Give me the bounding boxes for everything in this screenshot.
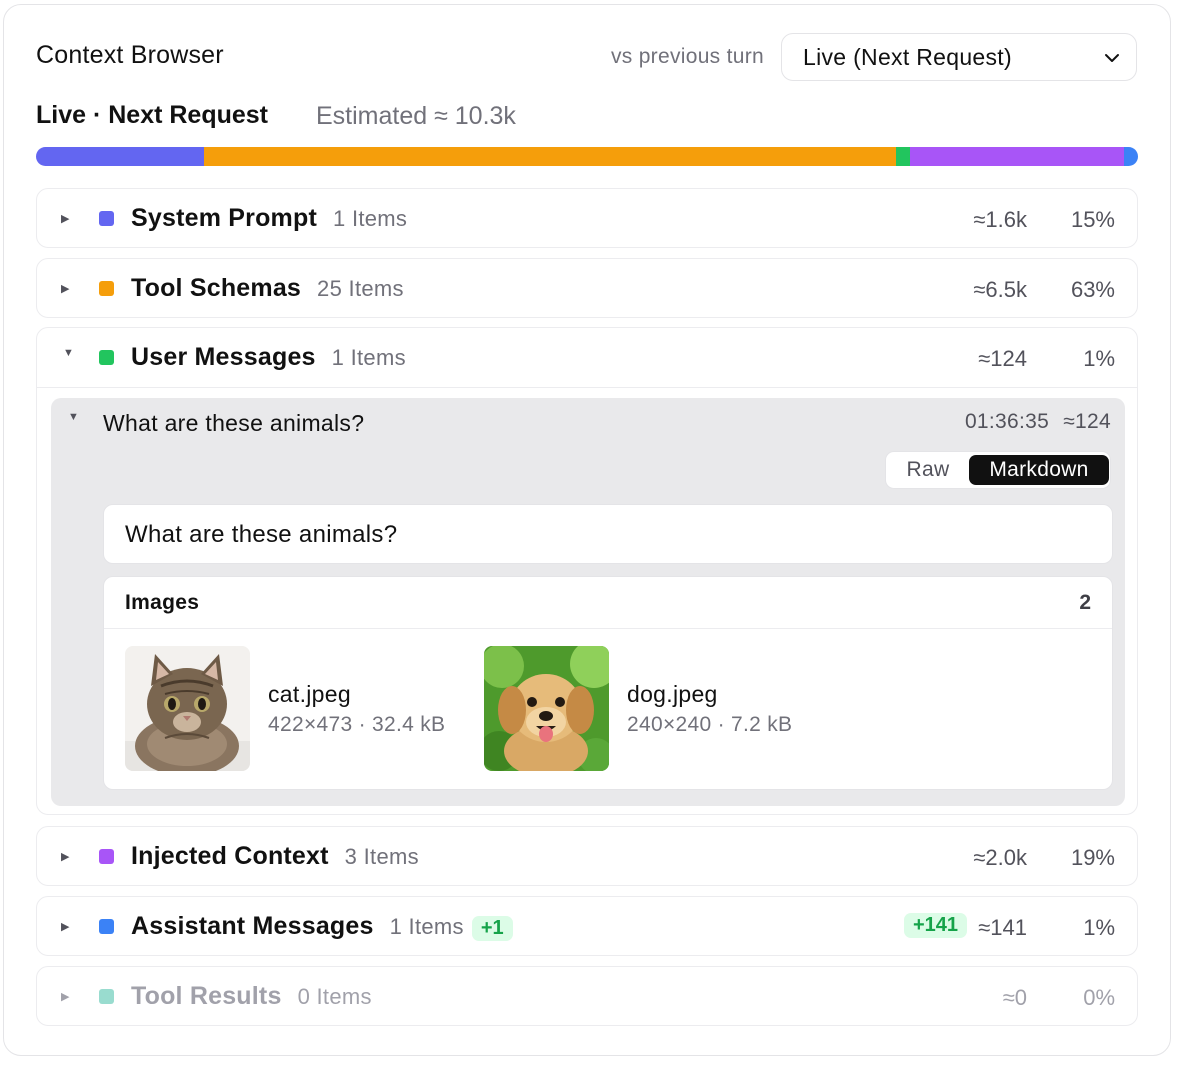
- section-name: User Messages: [131, 343, 316, 371]
- images-header: Images 2: [104, 577, 1112, 629]
- message-text: What are these animals?: [103, 504, 1113, 564]
- section-name: Tool Results: [131, 982, 282, 1010]
- collapse-icon[interactable]: ▼: [68, 411, 79, 423]
- collapse-icon[interactable]: ▼: [63, 347, 74, 359]
- section-tokens: ≈1.6k: [973, 207, 1027, 232]
- token-delta-badge: +141: [903, 913, 967, 938]
- images-label: Images: [125, 591, 200, 614]
- token-distribution-bar: [36, 147, 1138, 166]
- cat-image-thumbnail[interactable]: [125, 646, 250, 771]
- expand-icon[interactable]: ▶: [61, 850, 69, 863]
- request-select-value: Live (Next Request): [803, 43, 1012, 70]
- section-tokens: ≈124: [978, 346, 1027, 371]
- section-count: 25 Items: [317, 276, 404, 301]
- section-name: Injected Context: [131, 842, 329, 870]
- raw-view-button[interactable]: Raw: [890, 455, 966, 485]
- color-dot: [99, 350, 114, 365]
- section-tool-results[interactable]: ▶ Tool Results 0 Items ≈0 0%: [36, 966, 1138, 1026]
- images-panel: Images 2 cat.jpeg 422×473 · 32.4 kB dog.…: [103, 576, 1113, 790]
- color-dot: [99, 211, 114, 226]
- color-dot: [99, 849, 114, 864]
- section-tool-schemas[interactable]: ▶ Tool Schemas 25 Items ≈6.5k 63%: [36, 258, 1138, 318]
- section-count: 1 Items: [389, 914, 464, 939]
- message-tokens: ≈124: [1063, 410, 1111, 433]
- markdown-view-button[interactable]: Markdown: [969, 455, 1109, 485]
- section-tokens: ≈2.0k: [973, 845, 1027, 870]
- color-dot: [99, 989, 114, 1004]
- section-percent: 0%: [1083, 985, 1115, 1010]
- chevron-down-icon: [1105, 54, 1119, 62]
- section-count: 1 Items: [331, 345, 406, 370]
- bar-segment-tool-schemas: [203, 147, 896, 166]
- section-count: 0 Items: [297, 984, 372, 1009]
- section-percent: 15%: [1070, 207, 1115, 232]
- image-name: cat.jpeg: [268, 681, 351, 707]
- message-meta: 01:36:35 ≈124: [965, 410, 1111, 434]
- expand-icon[interactable]: ▶: [61, 282, 69, 295]
- page-title: Context Browser: [36, 41, 224, 69]
- section-tokens: ≈6.5k: [973, 277, 1027, 302]
- section-header[interactable]: ▼ User Messages 1 Items ≈124 1%: [37, 328, 1137, 388]
- color-dot: [99, 281, 114, 296]
- summary-title: Live · Next Request: [36, 101, 269, 129]
- expand-icon[interactable]: ▶: [61, 920, 69, 933]
- section-user-messages: ▼ User Messages 1 Items ≈124 1% ▼ What a…: [36, 327, 1138, 815]
- section-name: Tool Schemas: [131, 274, 302, 302]
- image-name: dog.jpeg: [627, 681, 718, 707]
- section-percent: 63%: [1070, 277, 1115, 302]
- section-count: 1 Items: [333, 206, 408, 231]
- image-meta: 240×240 · 7.2 kB: [627, 713, 793, 736]
- bar-segment-injected-context: [909, 147, 1124, 166]
- summary-estimate: Estimated ≈ 10.3k: [316, 102, 516, 130]
- section-percent: 1%: [1083, 346, 1115, 371]
- section-injected-context[interactable]: ▶ Injected Context 3 Items ≈2.0k 19%: [36, 826, 1138, 886]
- new-items-badge: +1: [471, 916, 513, 941]
- message-item: ▼ What are these animals? 01:36:35 ≈124 …: [51, 398, 1125, 806]
- section-system-prompt[interactable]: ▶ System Prompt 1 Items ≈1.6k 15%: [36, 188, 1138, 248]
- color-dot: [99, 919, 114, 934]
- bar-segment-user-messages: [895, 147, 910, 166]
- section-percent: 19%: [1070, 845, 1115, 870]
- section-assistant-messages[interactable]: ▶ Assistant Messages 1 Items +1 +141 ≈14…: [36, 896, 1138, 956]
- section-tokens: ≈0: [1002, 985, 1027, 1010]
- bar-segment-system-prompt: [36, 147, 204, 166]
- image-meta: 422×473 · 32.4 kB: [268, 713, 446, 736]
- section-percent: 1%: [1083, 915, 1115, 940]
- images-count: 2: [1079, 591, 1091, 614]
- request-select[interactable]: Live (Next Request): [781, 33, 1137, 81]
- expand-icon[interactable]: ▶: [61, 990, 69, 1003]
- section-tokens: ≈141: [978, 915, 1027, 940]
- section-name: Assistant Messages: [131, 912, 374, 940]
- message-title: What are these animals?: [103, 410, 365, 436]
- view-mode-toggle: Raw Markdown: [885, 451, 1111, 489]
- section-count: 3 Items: [344, 844, 419, 869]
- dog-image-thumbnail[interactable]: [484, 646, 609, 771]
- section-name: System Prompt: [131, 204, 317, 232]
- compare-label: vs previous turn: [610, 45, 764, 68]
- expand-icon[interactable]: ▶: [61, 212, 69, 225]
- message-time: 01:36:35: [964, 410, 1050, 433]
